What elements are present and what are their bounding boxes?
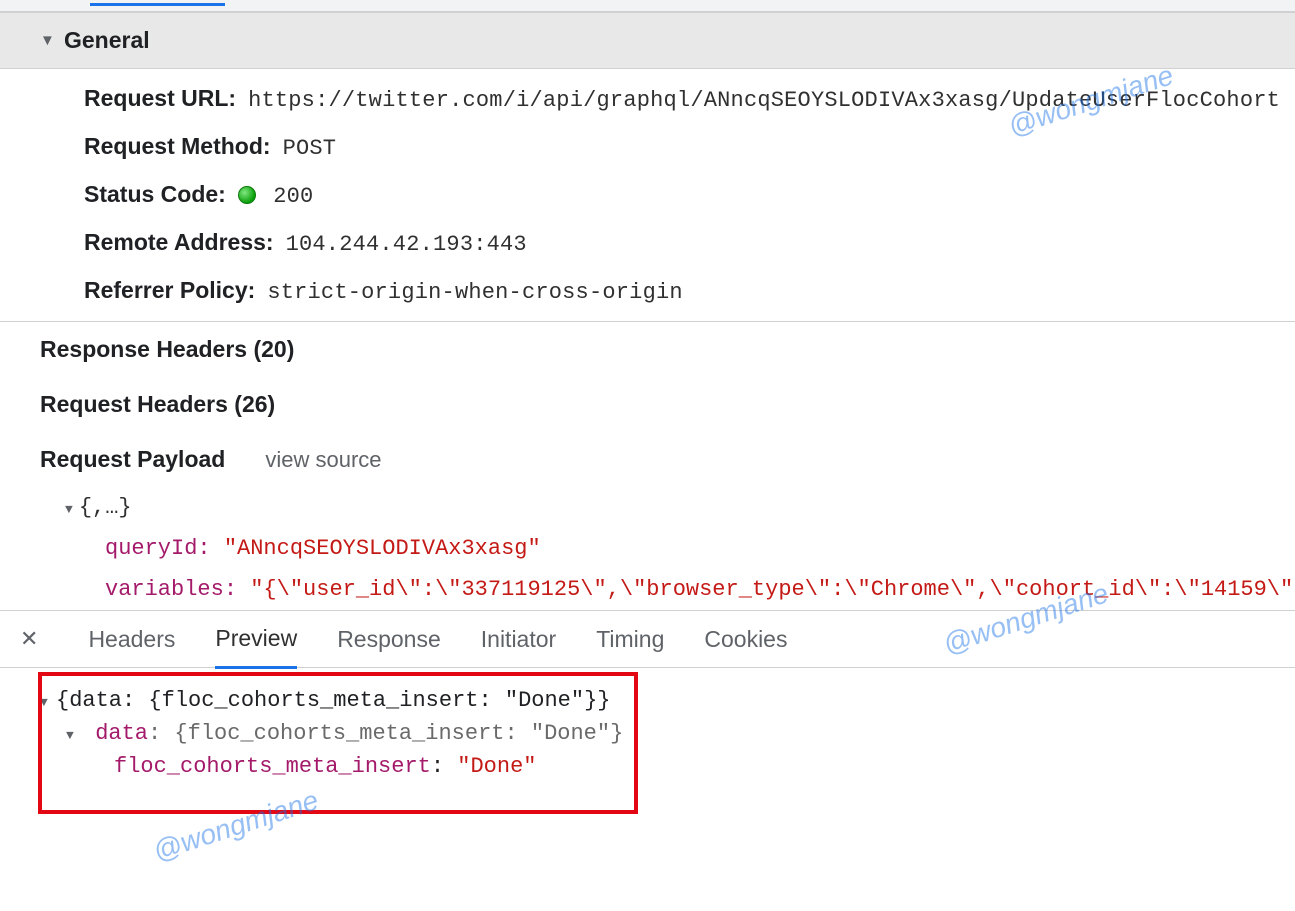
preview-line2-rest: : {floc_cohorts_meta_insert: "Done"} — [148, 721, 623, 746]
active-tab-indicator — [90, 3, 225, 6]
request-method-label: Request Method: — [84, 133, 271, 160]
tab-preview[interactable]: Preview — [215, 611, 297, 669]
payload-variables-value: "{\"user_id\":\"337119125\",\"browser_ty… — [250, 577, 1295, 602]
preview-line-2[interactable]: ▼ data: {floc_cohorts_meta_insert: "Done… — [40, 717, 1255, 750]
payload-root-line[interactable]: ▼ {,…} — [65, 487, 1295, 528]
request-headers-title: Request Headers (26) — [40, 391, 275, 417]
payload-variables-line: variables: "{\"user_id\":\"337119125\",\… — [65, 569, 1295, 610]
status-code-label: Status Code: — [84, 181, 226, 208]
chevron-down-icon — [40, 32, 54, 49]
request-url-label: Request URL: — [84, 85, 236, 112]
detail-tabs: ✕ Headers Preview Response Initiator Tim… — [0, 610, 1295, 668]
preview-line-3: floc_cohorts_meta_insert: "Done" — [40, 750, 1255, 783]
chevron-down-icon: ▼ — [65, 502, 73, 517]
tab-response[interactable]: Response — [337, 612, 441, 667]
referrer-policy-row: Referrer Policy: strict-origin-when-cros… — [84, 267, 1295, 315]
section-response-headers[interactable]: Response Headers (20) — [0, 322, 1295, 377]
request-method-value: POST — [283, 136, 337, 161]
top-strip — [0, 0, 1295, 12]
section-general-header[interactable]: General — [0, 12, 1295, 69]
status-code-text: 200 — [273, 184, 313, 209]
preview-line-1[interactable]: ▼{data: {floc_cohorts_meta_insert: "Done… — [40, 684, 1255, 717]
status-code-value: 200 — [238, 184, 314, 209]
referrer-policy-label: Referrer Policy: — [84, 277, 255, 304]
request-url-value: https://twitter.com/i/api/graphql/ANncqS… — [248, 88, 1280, 113]
payload-queryid-key: queryId: — [105, 536, 211, 561]
request-payload-content: ▼{,…} queryId: "ANncqSEOYSLODIVAx3xasg" … — [0, 487, 1295, 610]
close-icon[interactable]: ✕ — [20, 626, 38, 652]
remote-address-label: Remote Address: — [84, 229, 274, 256]
preview-line2-key: data — [95, 721, 148, 746]
payload-queryid-line: queryId: "ANncqSEOYSLODIVAx3xasg" — [65, 528, 1295, 569]
payload-queryid-value: "ANncqSEOYSLODIVAx3xasg" — [224, 536, 541, 561]
section-request-payload-header[interactable]: Request Payload view source — [0, 432, 1295, 487]
payload-root-text: {,…} — [79, 495, 132, 520]
chevron-down-icon: ▼ — [66, 728, 82, 743]
request-payload-title: Request Payload — [40, 446, 225, 473]
tab-cookies[interactable]: Cookies — [704, 612, 787, 667]
section-title: General — [64, 27, 150, 54]
request-method-row: Request Method: POST — [84, 123, 1295, 171]
remote-address-row: Remote Address: 104.244.42.193:443 — [84, 219, 1295, 267]
chevron-down-icon: ▼ — [40, 695, 56, 710]
tab-initiator[interactable]: Initiator — [481, 612, 556, 667]
preview-line3-key: floc_cohorts_meta_insert — [114, 754, 431, 779]
preview-line1-text: {data: {floc_cohorts_meta_insert: "Done"… — [56, 688, 611, 713]
status-code-row: Status Code: 200 — [84, 171, 1295, 219]
preview-line3-colon: : — [431, 754, 457, 779]
section-general-content: Request URL: https://twitter.com/i/api/g… — [0, 69, 1295, 321]
referrer-policy-value: strict-origin-when-cross-origin — [267, 280, 682, 305]
preview-content: ▼{data: {floc_cohorts_meta_insert: "Done… — [0, 668, 1295, 813]
tab-timing[interactable]: Timing — [596, 612, 664, 667]
request-url-row: Request URL: https://twitter.com/i/api/g… — [84, 75, 1295, 123]
tab-headers[interactable]: Headers — [88, 612, 175, 667]
preview-line3-value: "Done" — [457, 754, 536, 779]
status-success-icon — [238, 186, 256, 204]
response-headers-title: Response Headers (20) — [40, 336, 294, 362]
payload-variables-key: variables: — [105, 577, 237, 602]
section-request-headers[interactable]: Request Headers (26) — [0, 377, 1295, 432]
remote-address-value: 104.244.42.193:443 — [286, 232, 527, 257]
view-source-link[interactable]: view source — [265, 447, 381, 473]
